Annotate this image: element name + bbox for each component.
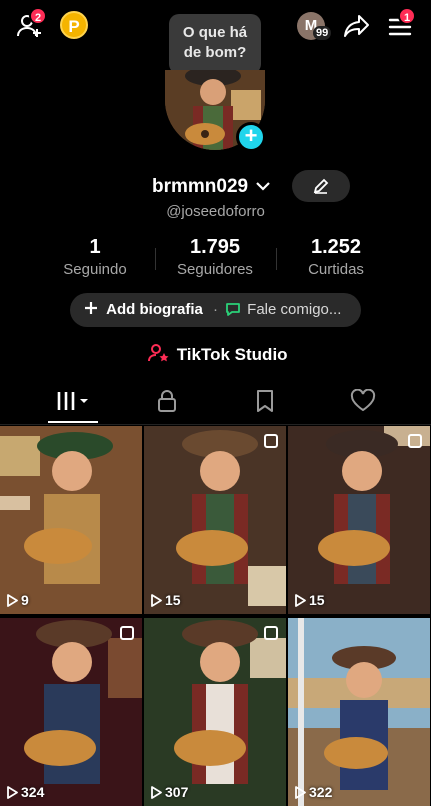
studio-label: TikTok Studio [176,345,288,364]
tab-private[interactable] [113,378,220,424]
video-thumbnail[interactable]: 15 [144,426,286,614]
view-count: 324 [6,784,44,800]
handle: @joseedoforro [166,203,265,220]
active-tab-indicator [48,421,98,423]
message-button[interactable]: Fale comigo... [225,293,341,327]
stat-likes-value: 1.252 [310,236,362,258]
bio-separator: · [213,301,218,318]
video-thumbnail-image [288,618,430,806]
profile-tabs [0,378,431,425]
view-count-text: 15 [309,592,325,608]
bubble-line-1: O que há [182,24,248,41]
message-bubble-icon [226,303,240,316]
tab-liked[interactable] [309,378,416,424]
view-count-text: 307 [165,784,189,800]
studio-user-star-icon [148,344,169,362]
coin-icon[interactable]: P [60,11,88,39]
play-icon [295,785,306,799]
pinned-icon [408,434,422,448]
video-thumbnail[interactable]: 9 [0,426,142,614]
add-bio-label: Add biografia [106,301,203,318]
stat-likes[interactable]: 1.252 Curtidas [281,236,391,278]
play-icon [7,593,18,607]
lock-icon [157,390,176,412]
play-icon [7,785,18,799]
view-count-text: 322 [309,784,333,800]
stat-followers-label: Seguidores [177,261,253,278]
video-thumbnail-image [144,426,286,614]
bio-pill: Add biografia · Fale comigo... [70,293,361,327]
video-thumbnail[interactable]: 307 [144,618,286,806]
pinned-icon [264,626,278,640]
tab-videos[interactable] [20,378,127,424]
view-count: 9 [6,592,29,608]
pencil-icon [313,178,329,194]
username[interactable]: brmmn029 [152,176,271,198]
view-count-text: 324 [21,784,45,800]
view-count-text: 15 [165,592,181,608]
view-count: 322 [294,784,332,800]
chevron-down-icon [256,182,271,191]
share-button[interactable] [341,10,373,42]
stat-followers[interactable]: 1.795 Seguidores [160,236,270,278]
grid-videos-icon [57,392,88,410]
video-grid: 9 15 15 324 307 322 [0,426,431,806]
stat-following[interactable]: 1 Seguindo [40,236,150,278]
pinned-icon [264,434,278,448]
video-thumbnail[interactable]: 15 [288,426,430,614]
stat-divider [276,248,277,270]
menu-badge: 1 [398,7,416,25]
view-count-text: 9 [21,592,29,608]
video-thumbnail[interactable]: 322 [288,618,430,806]
stat-divider [155,248,156,270]
stat-following-value: 1 [89,236,101,258]
video-thumbnail-image [288,426,430,614]
video-thumbnail[interactable]: 324 [0,618,142,806]
view-count: 15 [294,592,325,608]
share-arrow-icon [344,15,369,37]
status-bubble[interactable]: O que há de bom? [169,14,261,74]
edit-profile-button[interactable] [292,170,350,202]
play-icon [151,593,162,607]
play-icon [151,785,162,799]
plus-icon [85,302,97,314]
add-bio-button[interactable]: Add biografia [84,293,203,327]
play-icon [295,593,306,607]
video-thumbnail-image [0,426,142,614]
bubble-line-2: de bom? [183,44,247,61]
friends-badge: 2 [29,7,47,25]
stat-likes-label: Curtidas [308,261,364,278]
view-count: 15 [150,592,181,608]
add-story-button[interactable]: + [236,122,266,152]
stat-followers-value: 1.795 [189,236,241,258]
video-thumbnail-image [0,618,142,806]
heart-icon [350,389,375,412]
view-count: 307 [150,784,188,800]
tiktok-studio-link[interactable]: TikTok Studio [148,343,288,365]
mini-avatar-count: 99 [313,26,332,40]
message-label: Fale comigo... [247,301,342,318]
video-thumbnail-image [144,618,286,806]
bookmark-icon [256,390,273,412]
username-text: brmmn029 [152,176,249,197]
pinned-icon [120,626,134,640]
stat-following-label: Seguindo [63,261,127,278]
tab-saved[interactable] [211,378,318,424]
